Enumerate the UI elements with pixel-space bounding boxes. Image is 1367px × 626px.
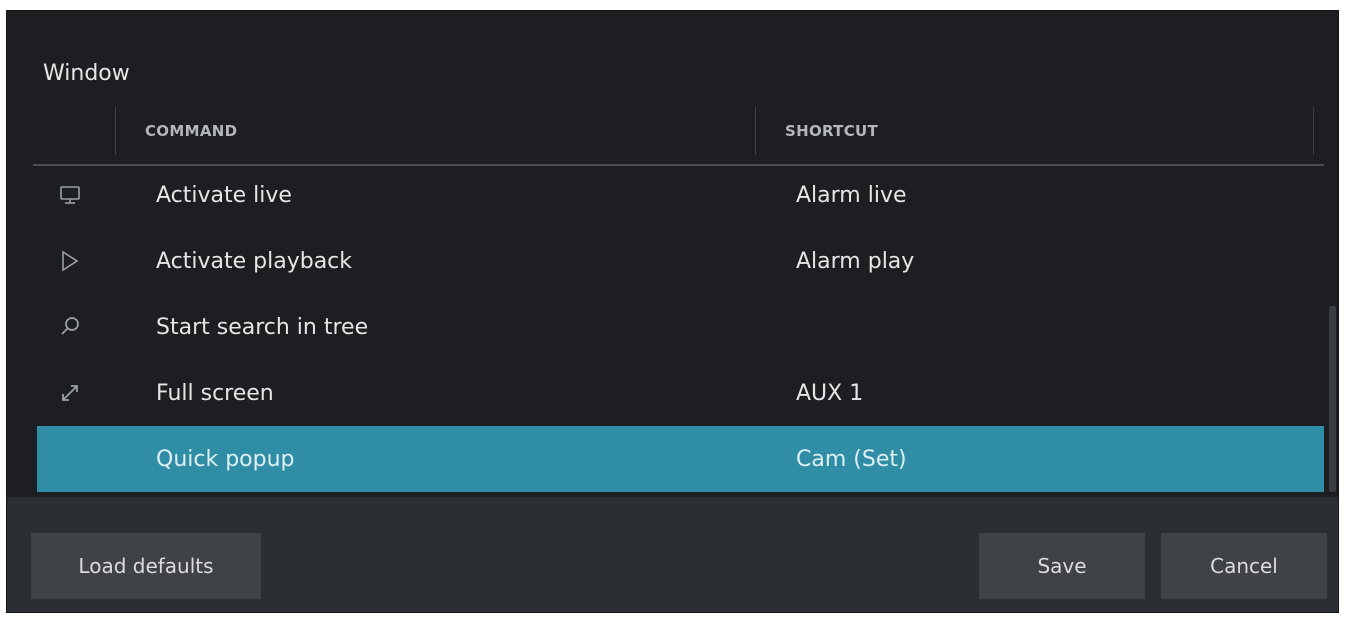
- play-icon: [57, 248, 83, 274]
- shortcut-label: AUX 1: [796, 380, 864, 406]
- section-title: Window: [43, 61, 130, 86]
- cancel-button[interactable]: Cancel: [1161, 533, 1327, 599]
- table-row-start-search[interactable]: Start search in tree: [37, 294, 1324, 360]
- column-separator: [115, 107, 116, 155]
- column-header-shortcut[interactable]: SHORTCUT: [785, 107, 878, 155]
- load-defaults-button[interactable]: Load defaults: [31, 533, 261, 599]
- command-label: Quick popup: [156, 446, 295, 472]
- column-separator: [755, 107, 756, 155]
- table-row-activate-live[interactable]: Activate live Alarm live: [37, 162, 1324, 228]
- shortcut-label: Alarm live: [796, 182, 907, 208]
- monitor-icon: [57, 182, 83, 208]
- save-button[interactable]: Save: [979, 533, 1145, 599]
- table-row-full-screen[interactable]: Full screen AUX 1: [37, 360, 1324, 426]
- shortcuts-dialog: Window COMMAND SHORTCUT Activate live Al…: [6, 10, 1339, 613]
- scrollbar[interactable]: [1329, 306, 1336, 492]
- column-separator: [1313, 107, 1314, 155]
- command-label: Activate playback: [156, 248, 353, 274]
- shortcut-label: Cam (Set): [796, 446, 907, 472]
- fullscreen-icon: [57, 380, 83, 406]
- command-label: Activate live: [156, 182, 292, 208]
- search-icon: [57, 314, 83, 340]
- column-header-command[interactable]: COMMAND: [145, 107, 237, 155]
- table-row-activate-playback[interactable]: Activate playback Alarm play: [37, 228, 1324, 294]
- table-row-quick-popup[interactable]: Quick popup Cam (Set): [37, 426, 1324, 492]
- dialog-footer: Load defaults Save Cancel: [7, 497, 1338, 612]
- shortcut-label: Alarm play: [796, 248, 915, 274]
- command-label: Start search in tree: [156, 314, 369, 340]
- command-label: Full screen: [156, 380, 274, 406]
